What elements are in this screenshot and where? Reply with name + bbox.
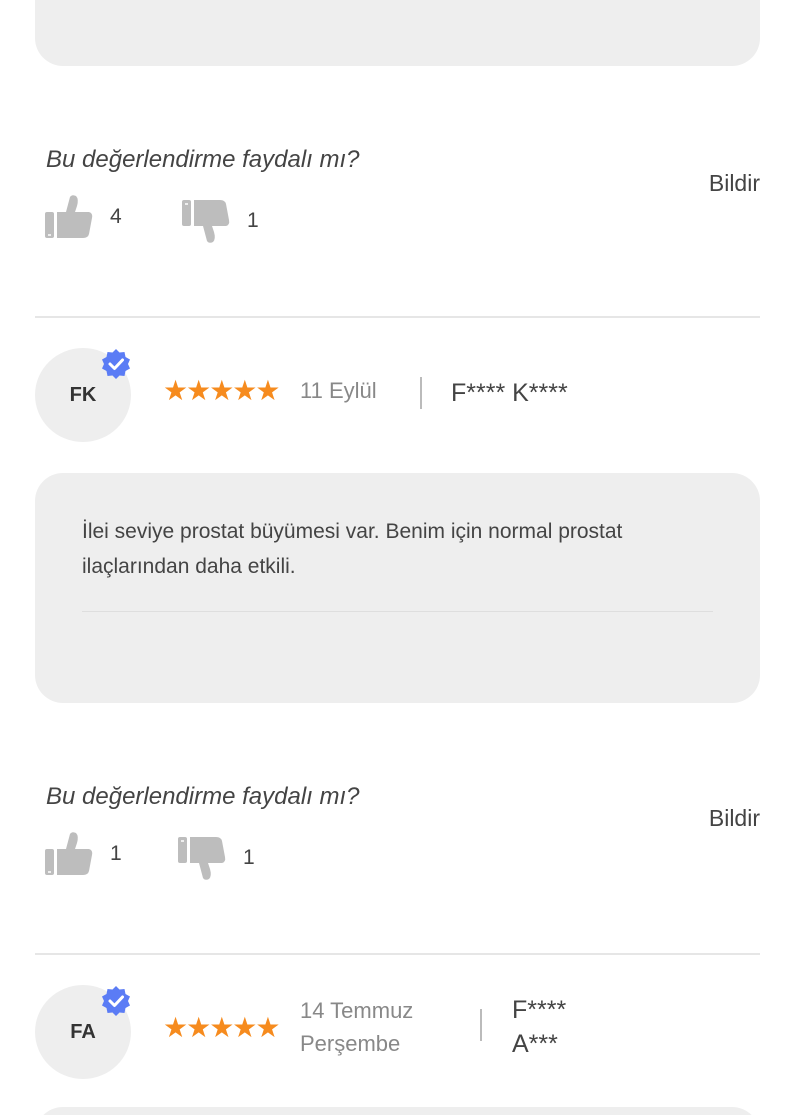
review-card: İlei seviye prostat büyümesi var. Benim … — [35, 473, 760, 703]
reviews-page: Bu değerlendirme faydalı mı? Bildir 4 1 … — [0, 0, 800, 1115]
card-divider — [82, 611, 713, 612]
review-date-line2: Perşembe — [300, 1031, 401, 1056]
review-divider — [35, 316, 760, 318]
dislike-button[interactable]: 1 — [181, 198, 259, 244]
review-text: İlei seviye prostat büyümesi var. Benim … — [82, 520, 623, 578]
header-separator — [480, 1009, 482, 1041]
report-button[interactable]: Bildir — [709, 805, 760, 832]
review-card — [35, 1107, 760, 1115]
header-separator — [420, 377, 422, 409]
review-divider — [35, 953, 760, 955]
thumbs-down-icon — [181, 198, 231, 244]
author-name-line1: F**** — [512, 996, 567, 1024]
review-card — [35, 0, 760, 66]
like-count: 1 — [110, 842, 122, 865]
like-button[interactable]: 4 — [44, 194, 122, 240]
verified-badge-icon — [100, 348, 132, 380]
thumbs-up-icon — [44, 194, 94, 240]
like-button[interactable]: 1 — [44, 831, 122, 877]
report-button[interactable]: Bildir — [709, 170, 760, 197]
helpful-question: Bu değerlendirme faydalı mı? — [46, 146, 360, 173]
dislike-count: 1 — [243, 846, 255, 869]
dislike-count: 1 — [247, 209, 259, 232]
review-date-line1: 14 Temmuz — [300, 998, 414, 1023]
dislike-button[interactable]: 1 — [177, 835, 255, 881]
thumbs-up-icon — [44, 831, 94, 877]
author-name-line2: A*** — [512, 1030, 558, 1058]
author-name: F**** K**** — [451, 379, 568, 407]
helpful-question: Bu değerlendirme faydalı mı? — [46, 783, 360, 810]
like-count: 4 — [110, 205, 122, 228]
star-rating: ★★★★★ — [163, 1012, 281, 1043]
star-rating: ★★★★★ — [163, 375, 281, 406]
thumbs-down-icon — [177, 835, 227, 881]
verified-badge-icon — [100, 985, 132, 1017]
review-date: 11 Eylül — [300, 378, 377, 403]
